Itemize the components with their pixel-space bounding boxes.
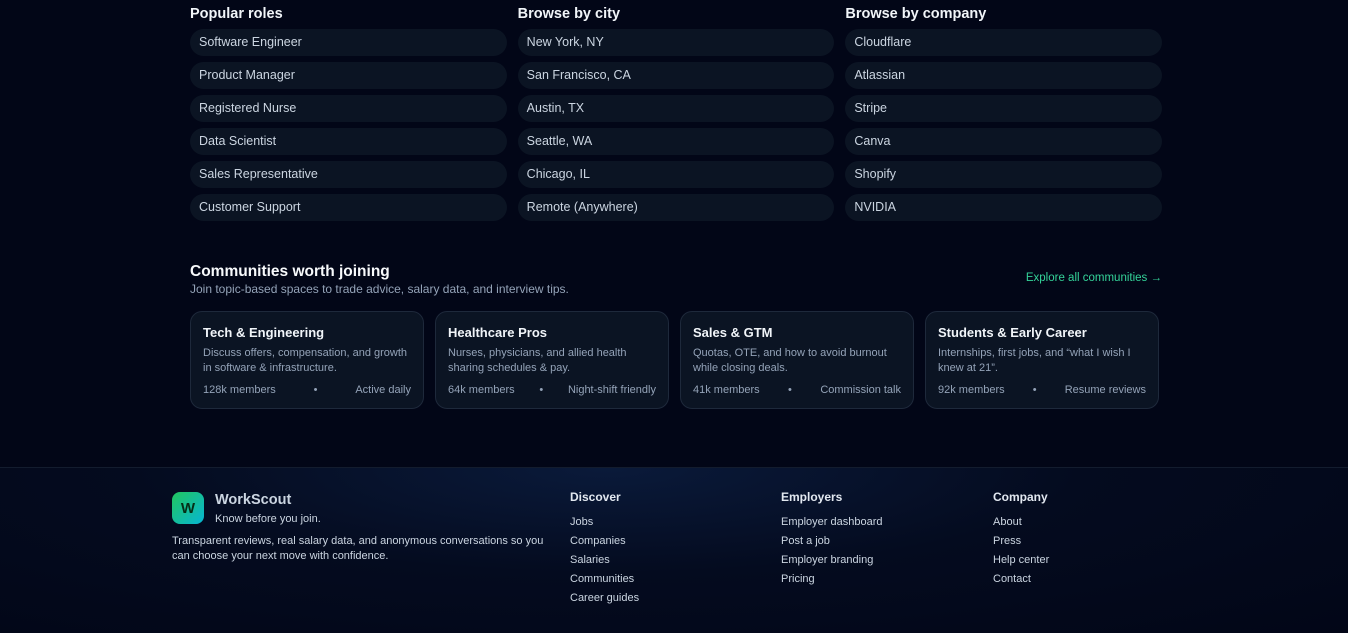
footer-link-about[interactable]: About [993,513,1049,532]
city-link[interactable]: San Francisco, CA [517,62,835,89]
community-card-title: Healthcare Pros [448,325,547,340]
explore-communities-link[interactable]: Explore all communities → [1026,272,1162,284]
footer-link-jobs[interactable]: Jobs [570,513,639,532]
company-link[interactable]: Canva [845,128,1163,155]
community-card-title: Tech & Engineering [203,325,325,340]
member-count: 128k members [203,384,276,396]
company-link[interactable]: Atlassian [845,62,1163,89]
community-card-tech[interactable]: Tech & Engineering Discuss offers, compe… [190,311,424,409]
community-card-sales[interactable]: Sales & GTM Quotas, OTE, and how to avoi… [680,311,914,409]
city-link[interactable]: New York, NY [517,29,835,56]
community-card-meta: 128k members • Active daily [203,384,411,396]
footer-discover-heading: Discover [570,490,621,504]
brand-name: WorkScout [215,492,292,508]
community-card-meta: 41k members • Commission talk [693,384,901,396]
browse-company-heading: Browse by company [845,6,987,22]
footer-link-press[interactable]: Press [993,532,1049,551]
communities-title: Communities worth joining [190,263,390,280]
brand-description: Transparent reviews, real salary data, a… [172,535,544,562]
community-tag: Resume reviews [1064,384,1146,396]
separator-dot: • [1032,384,1037,396]
footer-link-post-job[interactable]: Post a job [781,532,883,551]
footer-employers-heading: Employers [781,490,843,504]
role-link[interactable]: Registered Nurse [190,95,507,122]
company-link[interactable]: NVIDIA [845,194,1163,221]
community-card-description: Nurses, physicians, and allied health sh… [448,347,627,374]
role-link[interactable]: Software Engineer [190,29,507,56]
footer-link-employer-branding[interactable]: Employer branding [781,551,883,570]
communities-subtitle: Join topic-based spaces to trade advice,… [190,282,569,296]
community-card-title: Students & Early Career [938,325,1087,340]
footer-link-companies[interactable]: Companies [570,532,639,551]
city-link[interactable]: Remote (Anywhere) [517,194,835,221]
workscout-logo-icon[interactable]: W [172,492,204,524]
city-link[interactable]: Chicago, IL [517,161,835,188]
communities-header: Communities worth joining Join topic-bas… [190,262,1162,302]
browse-company-column: Browse by company Cloudflare Atlassian S… [845,0,1163,227]
footer-employers-column: Employers Employer dashboard Post a job … [781,490,883,589]
community-card-description: Discuss offers, compensation, and growth… [203,347,408,374]
footer-link-communities[interactable]: Communities [570,570,639,589]
role-link[interactable]: Product Manager [190,62,507,89]
community-cards: Tech & Engineering Discuss offers, compe… [190,311,1162,409]
city-link[interactable]: Seattle, WA [517,128,835,155]
community-card-students[interactable]: Students & Early Career Internships, fir… [925,311,1159,409]
role-link[interactable]: Data Scientist [190,128,507,155]
community-card-title: Sales & GTM [693,325,773,340]
company-link[interactable]: Cloudflare [845,29,1163,56]
role-link[interactable]: Customer Support [190,194,507,221]
footer-discover-column: Discover Jobs Companies Salaries Communi… [570,490,639,608]
footer-company-heading: Company [993,490,1048,504]
popular-roles-column: Popular roles Software Engineer Product … [190,0,507,227]
community-card-healthcare[interactable]: Healthcare Pros Nurses, physicians, and … [435,311,669,409]
city-link[interactable]: Austin, TX [517,95,835,122]
footer-link-pricing[interactable]: Pricing [781,570,883,589]
footer-link-help-center[interactable]: Help center [993,551,1049,570]
community-card-meta: 64k members • Night-shift friendly [448,384,656,396]
browse-city-column: Browse by city New York, NY San Francisc… [517,0,835,227]
footer-company-column: Company About Press Help center Contact [993,490,1049,589]
browse-section: Popular roles Software Engineer Product … [190,0,1163,227]
footer-link-career-guides[interactable]: Career guides [570,589,639,608]
footer-link-salaries[interactable]: Salaries [570,551,639,570]
brand-tagline: Know before you join. [215,513,321,525]
community-card-meta: 92k members • Resume reviews [938,384,1146,396]
community-tag: Commission talk [820,384,901,396]
separator-dot: • [539,384,544,396]
separator-dot: • [788,384,792,396]
company-link[interactable]: Stripe [845,95,1163,122]
company-link[interactable]: Shopify [845,161,1163,188]
community-card-description: Quotas, OTE, and how to avoid burnout wh… [693,347,887,374]
member-count: 92k members [938,384,1005,396]
member-count: 41k members [693,384,760,396]
footer-link-employer-dashboard[interactable]: Employer dashboard [781,513,883,532]
member-count: 64k members [448,384,515,396]
site-footer: W WorkScout Know before you join. Transp… [0,467,1348,633]
browse-city-heading: Browse by city [517,6,621,22]
footer-link-contact[interactable]: Contact [993,570,1049,589]
community-card-description: Internships, first jobs, and “what I wis… [938,347,1131,374]
popular-roles-heading: Popular roles [190,6,283,22]
role-link[interactable]: Sales Representative [190,161,507,188]
community-tag: Active daily [355,384,411,396]
separator-dot: • [313,384,318,396]
community-tag: Night-shift friendly [567,384,656,396]
